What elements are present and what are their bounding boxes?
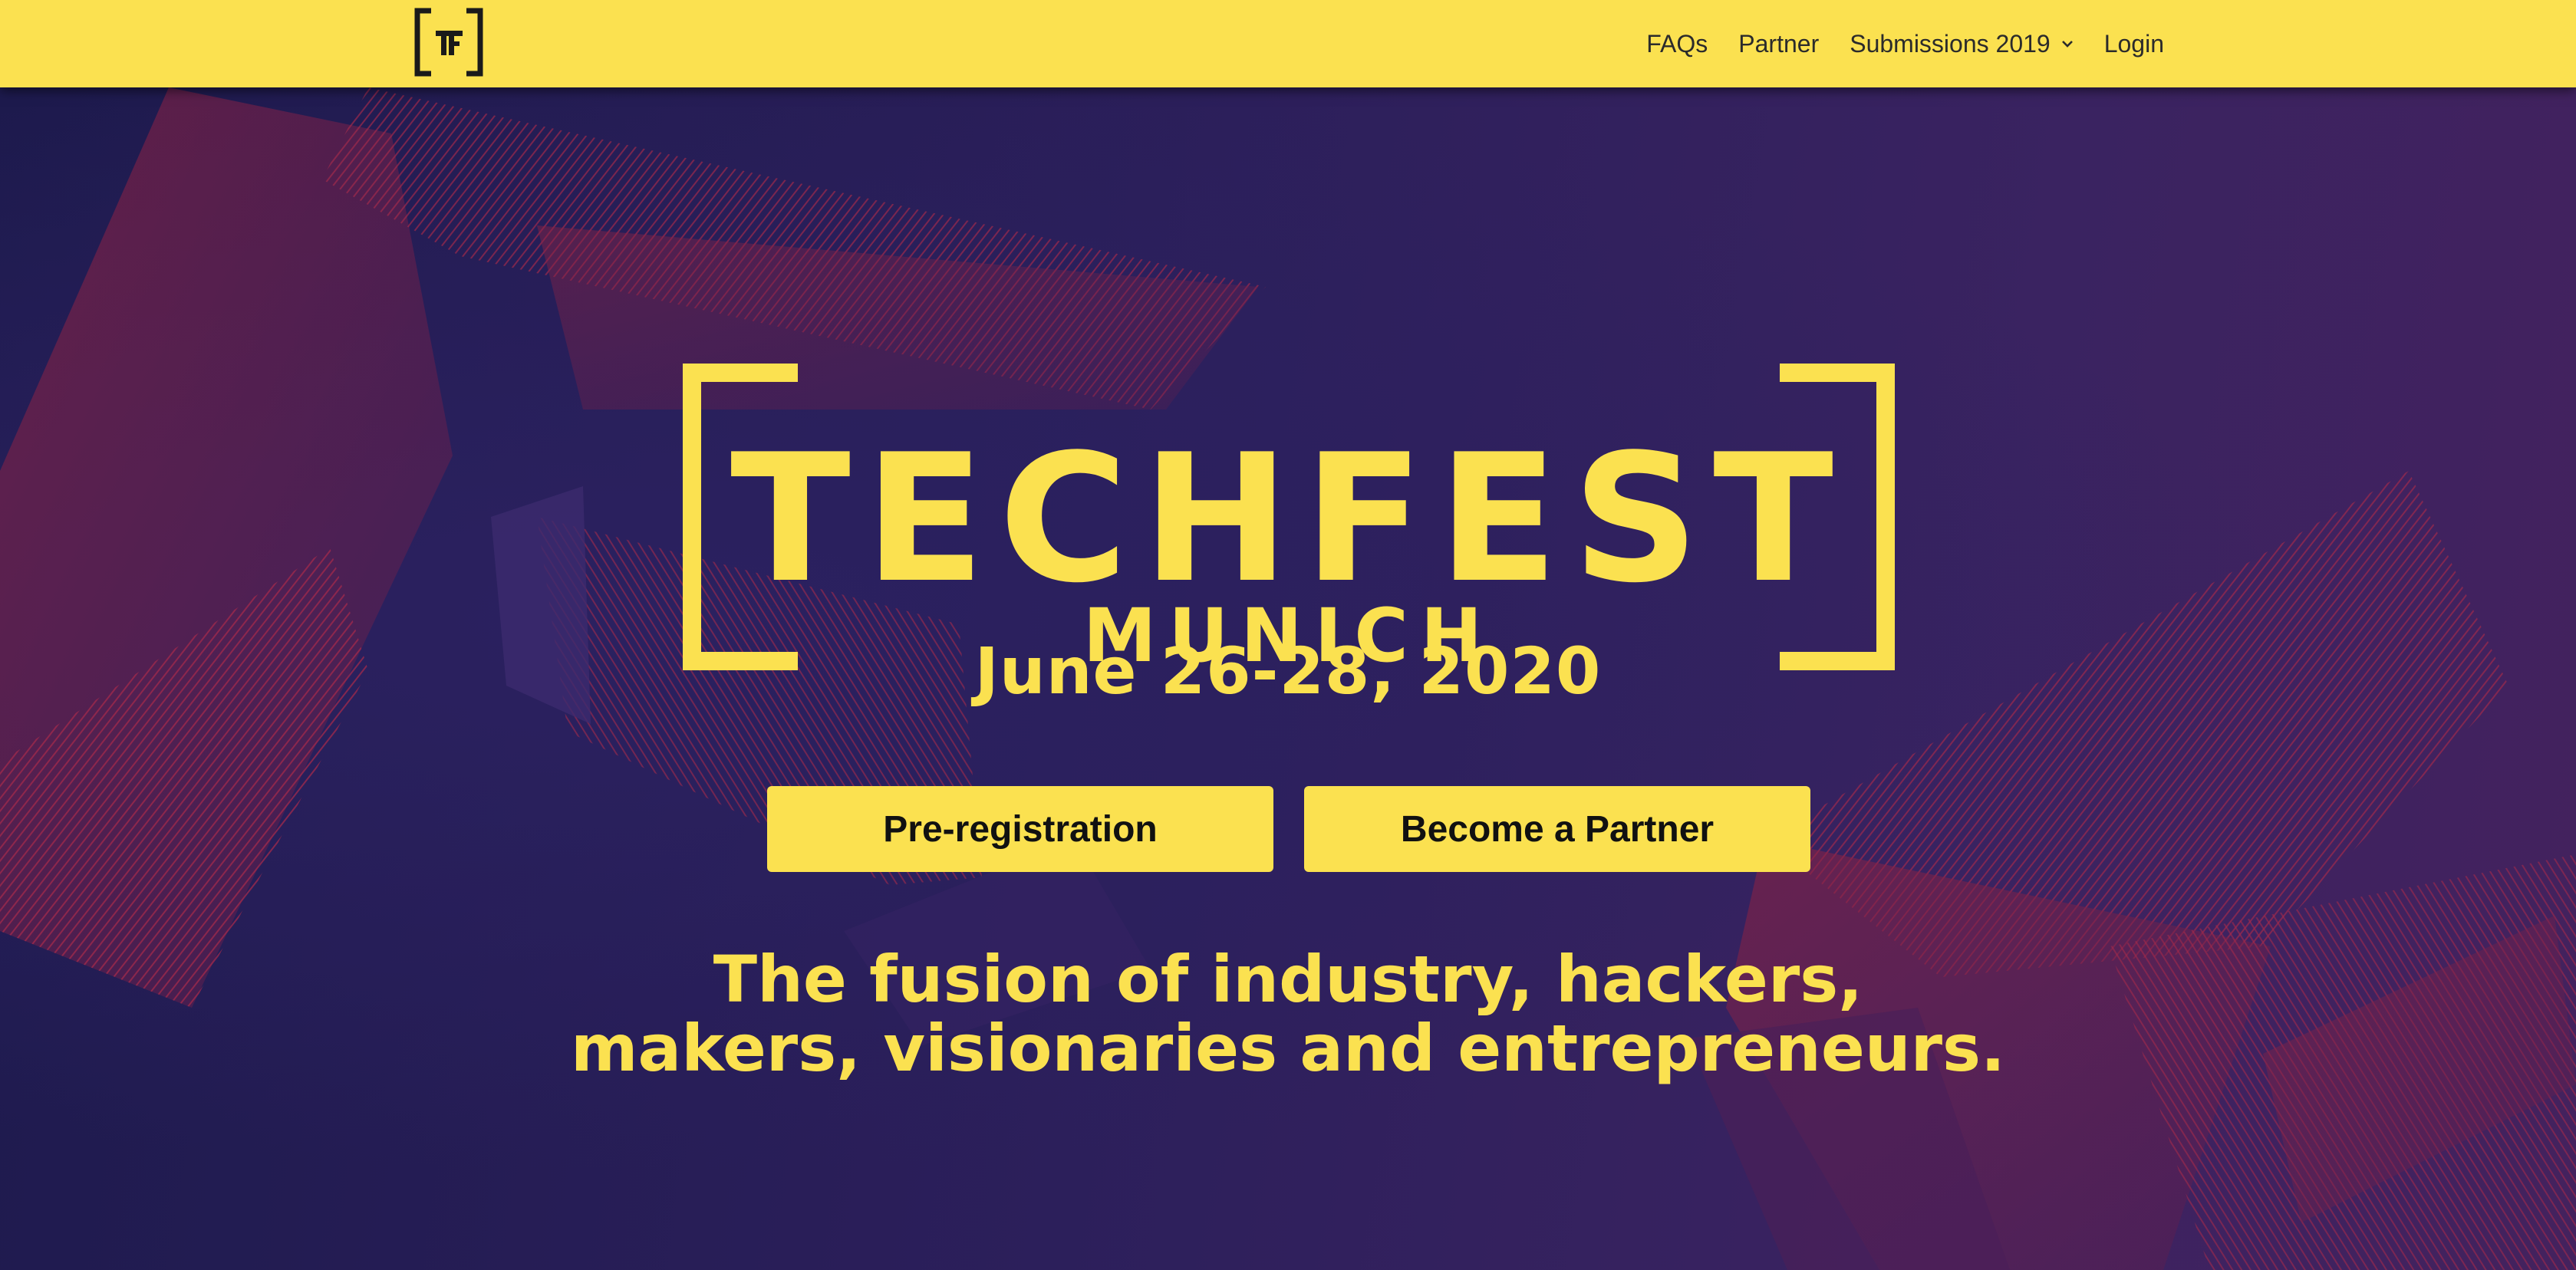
pre-registration-button[interactable]: Pre-registration <box>767 786 1273 872</box>
tagline-line-1: The fusion of industry, hackers, <box>713 942 1863 1017</box>
nav-item-faqs[interactable]: FAQs <box>1646 30 1708 58</box>
nav-item-partner[interactable]: Partner <box>1738 30 1819 58</box>
top-navbar: FAQs Partner Submissions 2019 Login <box>0 0 2576 87</box>
event-date: June 26-28, 2020 <box>974 633 1602 709</box>
techfest-munich-wordmark: TECHFEST MUNICH <box>683 364 1895 670</box>
nav-menu: FAQs Partner Submissions 2019 Login <box>1646 0 2164 87</box>
nav-item-login[interactable]: Login <box>2104 30 2164 58</box>
hero-section: TECHFEST MUNICH June 26-28, 2020 Pre-reg… <box>0 87 2576 1270</box>
hero-tagline: The fusion of industry, hackers, makers,… <box>0 945 2576 1083</box>
nav-item-submissions-2019[interactable]: Submissions 2019 <box>1850 30 2073 58</box>
techfest-logo[interactable] <box>414 8 483 77</box>
become-partner-button[interactable]: Become a Partner <box>1304 786 1810 872</box>
tagline-line-2: makers, visionaries and entrepreneurs. <box>571 1011 2005 1086</box>
nav-item-submissions-label: Submissions 2019 <box>1850 29 2051 58</box>
brand-name-text: TECHFEST <box>730 417 1847 622</box>
chevron-down-icon <box>2061 41 2073 48</box>
